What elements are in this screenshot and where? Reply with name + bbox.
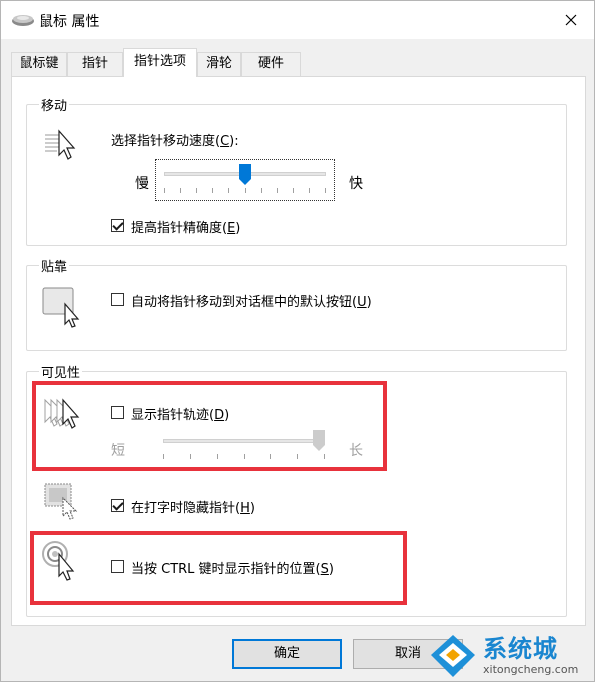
slider-tick [276,188,278,193]
long-label: 长 [349,443,363,459]
snap-to-label[interactable]: 自动将指针移动到对话框中的默认按钮(U) [131,291,372,310]
short-label: 短 [111,443,125,459]
hide-pointer-icon [44,483,78,520]
enhance-precision-label[interactable]: 提高指针精确度(E) [131,217,240,236]
slider-tick [212,188,214,193]
xitongcheng-logo-icon [431,635,475,677]
slider-tick [189,454,191,459]
slider-tick [244,188,246,193]
trails-slider-ticks [163,454,325,460]
slider-tick [243,454,245,459]
tab-pointers[interactable]: 指针 [67,52,123,76]
visibility-group-title: 可见性 [39,362,83,381]
title-bar[interactable]: 鼠标 属性 [1,1,594,39]
slider-tick [292,188,294,193]
pointer-trails-icon [44,398,80,429]
slider-tick [163,454,164,459]
window-title: 鼠标 属性 [39,14,100,30]
ctrl-locate-label[interactable]: 当按 CTRL 键时显示指针的位置(S) [131,558,334,577]
watermark-logo: 系统城 xitongcheng.com [427,629,592,681]
close-icon [565,14,577,26]
tab-panel-pointer-options: 移动 选择指针移动速度(C): 慢 快 提高指针精确度(E) 贴靠 自动将指针移… [11,76,586,626]
hide-while-typing-checkbox[interactable] [111,499,124,512]
tab-hardware[interactable]: 硬件 [241,52,301,76]
mouse-icon [12,15,34,26]
speed-slider-ticks [164,188,326,194]
snap-group-title: 贴靠 [39,256,70,275]
snap-to-group: 贴靠 自动将指针移动到对话框中的默认按钮(U) [26,256,567,351]
visibility-group: 可见性 显示指针轨迹(D) 短 长 在打字时隐藏指针(H) 当按 CTRL 键时… [26,362,567,617]
pointer-trails-checkbox[interactable] [111,406,124,419]
pointer-trails-label[interactable]: 显示指针轨迹(D) [131,404,229,423]
slider-tick [308,188,310,193]
ctrl-locate-checkbox[interactable] [111,560,124,573]
tab-buttons[interactable]: 鼠标键 [11,52,67,76]
slider-tick [196,188,198,193]
slider-tick [216,454,218,459]
slider-tick [297,454,299,459]
tab-wheel[interactable]: 滑轮 [197,52,241,76]
ctrl-locate-icon [42,541,75,581]
slider-tick [164,188,165,193]
slow-label: 慢 [135,176,149,192]
watermark-brand: 系统城 [483,635,558,663]
pointer-speed-icon [45,129,76,160]
slider-tick [260,188,262,193]
tab-pointer-options[interactable]: 指针选项 [123,48,197,77]
fast-label: 快 [349,176,363,192]
enhance-precision-checkbox[interactable] [111,219,124,232]
ok-button[interactable]: 确定 [232,639,342,669]
snap-to-icon [42,287,80,328]
speed-slider[interactable] [155,159,335,201]
hide-while-typing-label[interactable]: 在打字时隐藏指针(H) [131,497,255,516]
mouse-properties-window: 鼠标 属性 鼠标键 指针 指针选项 滑轮 硬件 移动 选择指针移动速度(C): … [0,0,595,682]
motion-group: 移动 选择指针移动速度(C): 慢 快 提高指针精确度(E) [26,95,567,246]
close-button[interactable] [556,7,586,33]
trails-slider-thumb[interactable] [313,430,325,452]
slider-tick [324,454,325,459]
snap-to-checkbox[interactable] [111,293,124,306]
trails-slider-track [163,439,325,443]
motion-group-title: 移动 [39,95,70,114]
slider-tick [180,188,182,193]
slider-tick [228,188,230,193]
speed-label: 选择指针移动速度(C): [111,134,239,149]
slider-tick [325,188,326,193]
watermark-url: xitongcheng.com [483,663,579,676]
slider-tick [270,454,272,459]
trails-length-slider[interactable] [155,428,335,464]
speed-slider-thumb[interactable] [239,164,251,186]
